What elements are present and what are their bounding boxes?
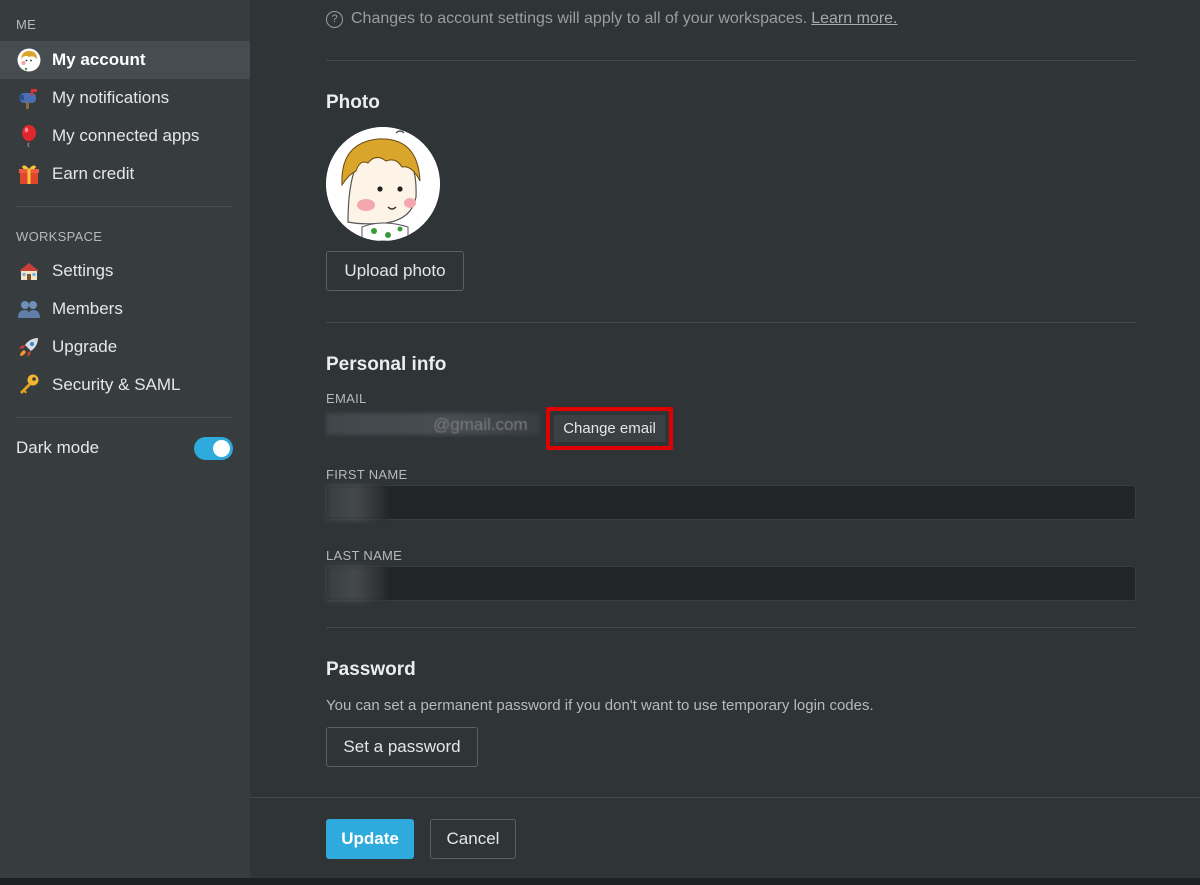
rocket-icon	[16, 334, 42, 360]
personal-info-title: Personal info	[326, 354, 447, 375]
avatar-illustration	[326, 127, 440, 241]
section-divider	[326, 322, 1136, 323]
photo-section-title: Photo	[326, 92, 380, 113]
question-circle-icon: ?	[326, 10, 343, 28]
first-name-label: FIRST NAME	[326, 467, 408, 482]
app-root: ME My account My notifications My connec…	[0, 0, 1200, 885]
last-name-input[interactable]	[326, 566, 1136, 601]
mailbox-icon	[16, 85, 42, 111]
section-divider	[326, 60, 1136, 61]
password-description: You can set a permanent password if you …	[326, 697, 874, 714]
avatar-icon	[16, 47, 42, 73]
footer-divider	[250, 797, 1200, 798]
section-divider	[326, 627, 1136, 628]
dark-mode-label: Dark mode	[16, 438, 100, 457]
change-email-button[interactable]: Change email	[554, 415, 665, 442]
settings-hint: ? Changes to account settings will apply…	[326, 10, 898, 28]
update-button[interactable]: Update	[326, 819, 414, 859]
email-domain: @gmail.com	[433, 415, 528, 434]
section-label-workspace: WORKSPACE	[16, 229, 103, 244]
sidebar-item-upgrade[interactable]: Upgrade	[0, 328, 250, 366]
sidebar-item-earn-credit[interactable]: Earn credit	[0, 155, 250, 193]
password-title: Password	[326, 659, 416, 680]
sidebar-item-my-account[interactable]: My account	[0, 41, 250, 79]
cancel-button[interactable]: Cancel	[430, 819, 516, 859]
house-icon	[16, 258, 42, 284]
key-icon	[16, 372, 42, 398]
profile-photo	[326, 127, 440, 241]
dark-mode-toggle[interactable]	[194, 437, 233, 460]
sidebar-item-my-notifications[interactable]: My notifications	[0, 79, 250, 117]
sidebar-item-label: Settings	[52, 261, 114, 280]
sidebar-item-label: Security & SAML	[52, 375, 181, 394]
sidebar-item-label: Members	[52, 299, 123, 318]
sidebar-item-settings[interactable]: Settings	[0, 252, 250, 290]
sidebar-item-label: My connected apps	[52, 126, 200, 145]
last-name-label: LAST NAME	[326, 548, 403, 563]
people-icon	[16, 296, 42, 322]
sidebar-item-label: Earn credit	[52, 164, 135, 183]
email-label: EMAIL	[326, 391, 367, 406]
section-label-me: ME	[16, 17, 37, 32]
main-content: ? Changes to account settings will apply…	[250, 0, 1200, 878]
sidebar-divider	[16, 206, 232, 207]
change-email-highlight: Change email	[546, 407, 673, 450]
first-name-input[interactable]	[326, 485, 1136, 520]
first-name-redacted	[326, 484, 386, 521]
upload-photo-button[interactable]: Upload photo	[326, 251, 464, 291]
sidebar-item-members[interactable]: Members	[0, 290, 250, 328]
sidebar: ME My account My notifications My connec…	[0, 0, 250, 878]
sidebar-divider	[16, 417, 232, 418]
gift-icon	[16, 161, 42, 187]
sidebar-item-security-saml[interactable]: Security & SAML	[0, 366, 250, 404]
toggle-knob	[213, 440, 230, 457]
sidebar-item-label: My account	[52, 50, 146, 69]
learn-more-link[interactable]: Learn more.	[811, 10, 897, 28]
window-bottom-edge	[0, 878, 1200, 885]
last-name-redacted	[326, 565, 386, 602]
sidebar-item-my-connected-apps[interactable]: My connected apps	[0, 117, 250, 155]
balloon-icon	[16, 123, 42, 149]
sidebar-item-label: Upgrade	[52, 337, 118, 356]
set-password-button[interactable]: Set a password	[326, 727, 478, 767]
sidebar-item-label: My notifications	[52, 88, 170, 107]
hint-text: Changes to account settings will apply t…	[351, 10, 808, 27]
